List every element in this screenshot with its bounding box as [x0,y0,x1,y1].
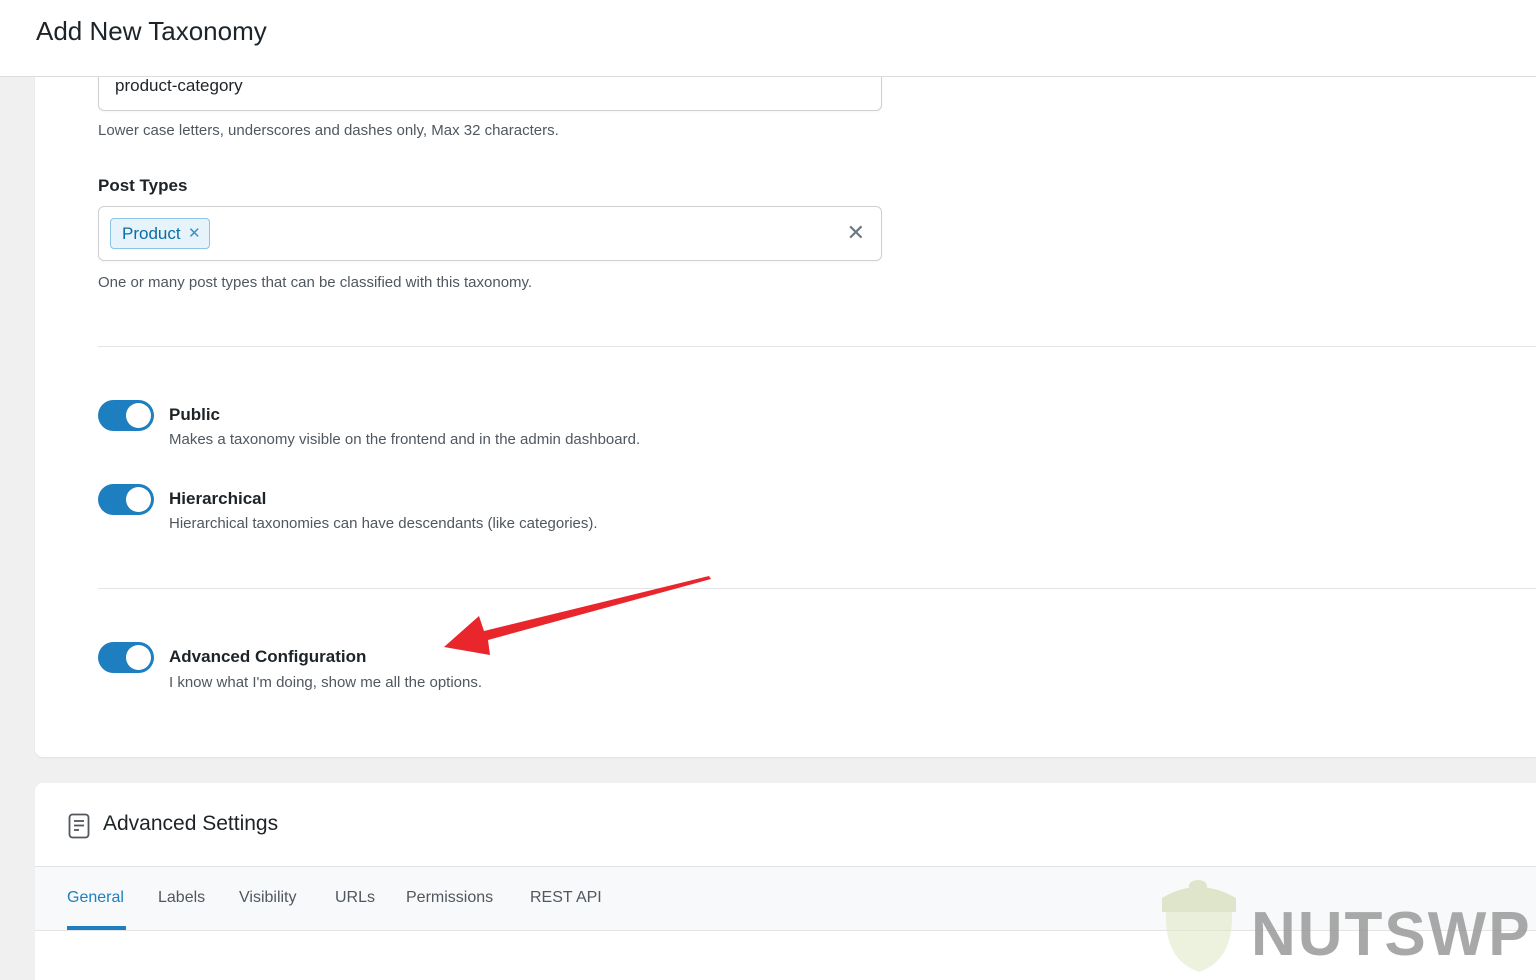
taxonomy-key-value: product-category [115,76,243,95]
toggle-knob [126,403,151,428]
active-tab-indicator [67,926,126,930]
tab-urls[interactable]: URLs [335,889,375,907]
public-toggle-title: Public [169,405,221,424]
document-icon [68,813,90,839]
tab-rest-api[interactable]: REST API [530,889,602,907]
advanced-configuration-toggle[interactable] [98,642,154,673]
page-title: Add New Taxonomy [36,16,267,46]
advanced-settings-header: Advanced Settings [35,783,1536,867]
advanced-configuration-description: I know what I'm doing, show me all the o… [169,674,483,691]
tab-general[interactable]: General [67,889,124,907]
tab-permissions[interactable]: Permissions [406,889,493,907]
chip-label: Product [122,224,181,243]
post-types-label: Post Types [98,176,188,195]
advanced-configuration-title: Advanced Configuration [169,647,367,666]
post-types-select[interactable]: Product ✕ ✕ [98,206,882,261]
toggle-knob [126,645,151,670]
page-header: Add New Taxonomy [0,0,1536,77]
taxonomy-key-help: Lower case letters, underscores and dash… [98,122,559,139]
advanced-settings-title: Advanced Settings [103,812,279,835]
hierarchical-toggle-description: Hierarchical taxonomies can have descend… [169,515,598,532]
post-types-help: One or many post types that can be class… [98,274,533,291]
tab-labels[interactable]: Labels [158,889,205,907]
watermark-text: NUTSWP [1251,900,1532,969]
chip-remove-icon[interactable]: ✕ [188,219,201,248]
annotation-arrow-icon [444,576,711,655]
public-toggle-description: Makes a taxonomy visible on the frontend… [169,431,641,448]
post-type-chip-product: Product ✕ [110,218,210,249]
toggle-knob [126,487,151,512]
section-divider [98,588,1536,589]
hierarchical-toggle[interactable] [98,484,154,515]
public-toggle[interactable] [98,400,154,431]
tab-visibility[interactable]: Visibility [239,889,297,907]
clear-selection-icon[interactable]: ✕ [847,220,865,246]
section-divider [98,346,1536,347]
hierarchical-toggle-title: Hierarchical [169,489,267,508]
